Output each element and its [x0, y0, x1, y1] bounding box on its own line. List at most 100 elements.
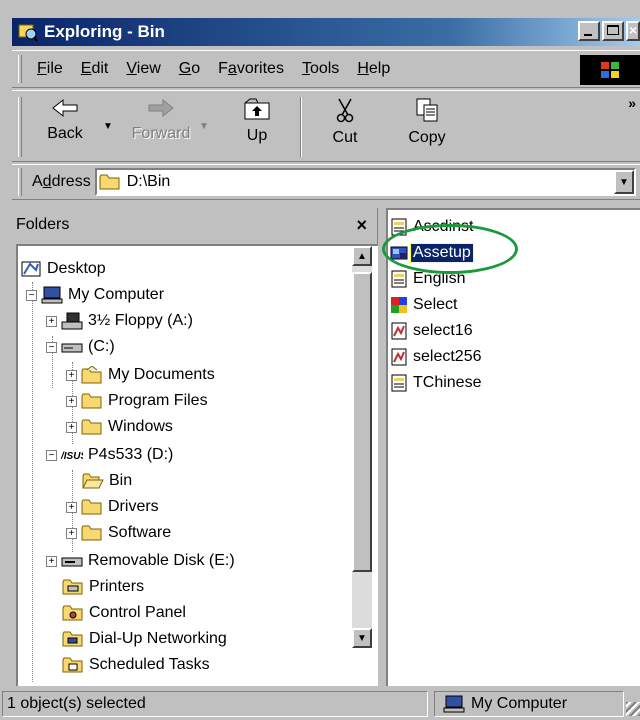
- windows-flag-icon: [601, 62, 619, 78]
- expand-icon[interactable]: +: [46, 555, 57, 567]
- copy-icon: [416, 98, 438, 122]
- close-icon: ×: [629, 22, 638, 38]
- resize-grip[interactable]: [626, 702, 640, 716]
- menu-help[interactable]: Help: [348, 60, 399, 78]
- asus-drive-icon: /ISUS: [61, 451, 83, 462]
- status-bar: 1 object(s) selected My Computer: [0, 688, 640, 720]
- menu-edit[interactable]: Edit: [72, 60, 118, 78]
- file-item-select16[interactable]: select16: [390, 320, 475, 342]
- title-bar[interactable]: Exploring - Bin ×: [12, 18, 640, 46]
- expand-icon[interactable]: +: [66, 421, 77, 433]
- status-selection: 1 object(s) selected: [2, 691, 428, 717]
- exploring-icon: [18, 24, 38, 42]
- tree-item-control-panel[interactable]: Control Panel: [62, 600, 186, 626]
- tree-item-dialup-networking[interactable]: Dial-Up Networking: [62, 626, 227, 652]
- file-item-select[interactable]: Select: [390, 294, 459, 316]
- scroll-down-icon: ▼: [357, 632, 367, 644]
- expand-icon[interactable]: +: [66, 501, 77, 513]
- address-dropdown-button[interactable]: ▼: [614, 170, 634, 194]
- tree-item-removable-disk[interactable]: + Removable Disk (E:): [46, 548, 235, 574]
- tree-item-floppy[interactable]: + 3½ Floppy (A:): [46, 308, 193, 334]
- up-folder-icon: [244, 98, 270, 120]
- maximize-icon: [607, 25, 619, 35]
- tree-item-bin[interactable]: Bin: [82, 468, 132, 494]
- expand-icon[interactable]: +: [66, 369, 77, 381]
- scroll-up-button[interactable]: ▲: [352, 246, 372, 266]
- tree-item-desktop[interactable]: Desktop: [20, 256, 106, 282]
- tree-item-windows[interactable]: + Windows: [66, 414, 173, 440]
- window-title: Exploring - Bin: [44, 22, 165, 41]
- asus-app-icon: [391, 297, 407, 313]
- address-grip[interactable]: [18, 168, 22, 196]
- open-folder-icon: [82, 473, 104, 489]
- folders-scrollbar[interactable]: ▲ ▼: [352, 246, 372, 648]
- forward-button[interactable]: Forward: [124, 91, 198, 161]
- svg-text:/ISUS: /ISUS: [61, 451, 83, 462]
- floppy-drive-icon: [61, 312, 83, 330]
- collapse-icon[interactable]: −: [46, 341, 57, 353]
- tree-item-c-drive[interactable]: − (C:): [46, 334, 115, 360]
- tree-item-my-computer[interactable]: − My Computer: [26, 282, 164, 308]
- tree-item-d-drive[interactable]: − /ISUS P4s533 (D:): [46, 442, 173, 468]
- expand-icon[interactable]: +: [66, 395, 77, 407]
- expand-icon[interactable]: +: [66, 527, 77, 539]
- scissors-icon: [336, 98, 354, 123]
- file-item-select256[interactable]: select256: [390, 346, 484, 368]
- copy-button[interactable]: Copy: [390, 91, 464, 161]
- tree-item-drivers[interactable]: + Drivers: [66, 494, 159, 520]
- back-dropdown[interactable]: ▼: [102, 91, 114, 161]
- tree-item-printers[interactable]: Printers: [62, 574, 144, 600]
- address-input[interactable]: D:\Bin ▼: [94, 168, 636, 196]
- printers-icon: [62, 579, 83, 595]
- folder-icon: [99, 174, 120, 190]
- tree-item-software[interactable]: + Software: [66, 520, 171, 546]
- menu-favorites[interactable]: Favorites: [209, 60, 293, 78]
- menu-file[interactable]: File: [28, 60, 72, 78]
- menu-grip[interactable]: [18, 55, 22, 83]
- computer-icon: [443, 695, 465, 713]
- computer-icon: [41, 286, 63, 304]
- forward-dropdown[interactable]: ▼: [198, 91, 210, 161]
- scroll-up-icon: ▲: [357, 250, 367, 262]
- toolbar-separator: [300, 97, 302, 157]
- config-file-icon: [391, 270, 407, 288]
- menu-go[interactable]: Go: [170, 60, 209, 78]
- folders-pane: Folders × Desktop − My Computer + 3½ Flo…: [12, 208, 378, 686]
- folders-close-icon[interactable]: ×: [356, 215, 367, 236]
- maximize-button[interactable]: [602, 21, 624, 41]
- removable-disk-icon: [61, 557, 83, 567]
- tree-item-my-documents[interactable]: + My Documents: [66, 362, 215, 388]
- dropdown-arrow-icon: ▼: [619, 176, 629, 188]
- folders-header: Folders ×: [12, 208, 377, 242]
- folder-tree: Desktop − My Computer + 3½ Floppy (A:) −…: [16, 244, 378, 686]
- close-button[interactable]: ×: [626, 21, 640, 41]
- config-file-icon: [391, 374, 407, 392]
- expand-icon[interactable]: +: [46, 315, 57, 327]
- collapse-icon[interactable]: −: [46, 449, 57, 461]
- menu-tools[interactable]: Tools: [293, 60, 348, 78]
- windows-logo: [580, 55, 640, 85]
- forward-arrow-icon: [148, 98, 174, 118]
- annotation-highlight-circle: [382, 224, 518, 274]
- status-location: My Computer: [434, 691, 624, 717]
- minimize-button[interactable]: [578, 21, 600, 41]
- up-button[interactable]: Up: [220, 91, 294, 161]
- tree-item-scheduled-tasks[interactable]: Scheduled Tasks: [62, 652, 210, 678]
- menu-view[interactable]: View: [117, 60, 169, 78]
- toolbar-more-chevron[interactable]: »: [628, 95, 636, 111]
- menu-bar: File Edit View Go Favorites Tools Help: [12, 50, 640, 88]
- tree-item-program-files[interactable]: + Program Files: [66, 388, 208, 414]
- toolbar-grip[interactable]: [18, 97, 22, 157]
- file-item-tchinese[interactable]: TChinese: [390, 372, 483, 394]
- select-image-icon: [391, 322, 407, 340]
- scroll-down-button[interactable]: ▼: [352, 628, 372, 648]
- scheduled-tasks-icon: [62, 657, 83, 673]
- file-list-pane: Ascdinst Assetup English Select select16…: [386, 208, 640, 686]
- minimize-icon: [584, 34, 592, 36]
- control-panel-icon: [62, 605, 83, 621]
- cut-button[interactable]: Cut: [308, 91, 382, 161]
- back-button[interactable]: Back: [28, 91, 102, 161]
- folder-icon: [81, 525, 102, 541]
- collapse-icon[interactable]: −: [26, 289, 37, 301]
- scroll-thumb[interactable]: [352, 272, 372, 572]
